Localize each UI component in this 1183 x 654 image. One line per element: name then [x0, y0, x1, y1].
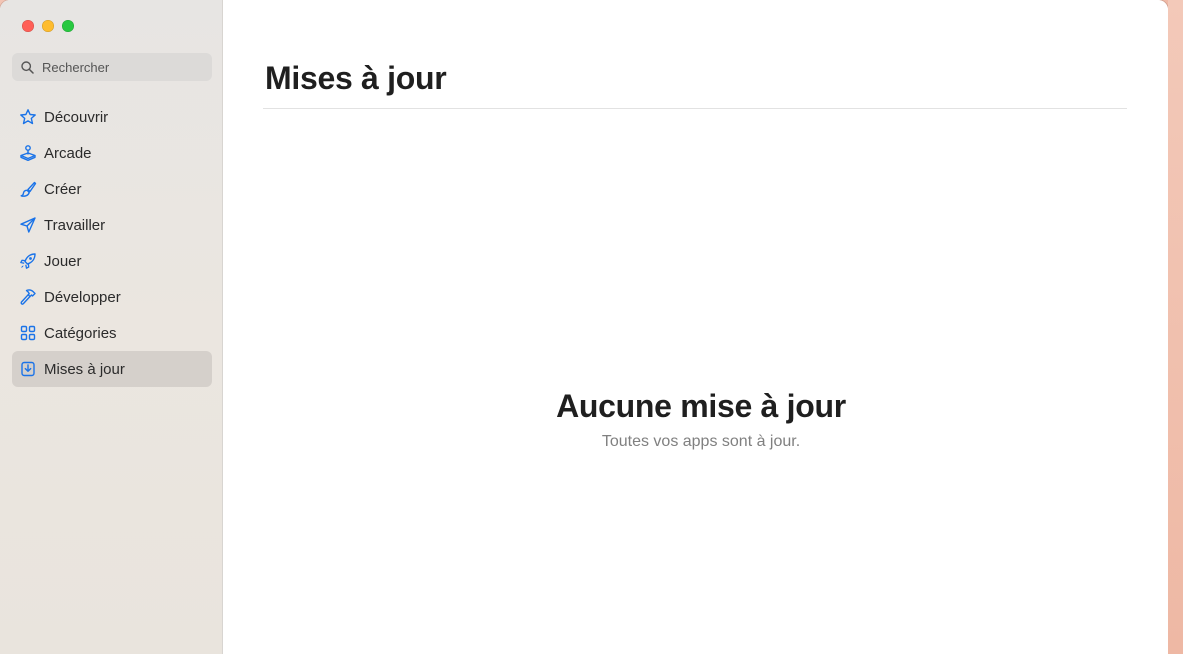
- joystick-icon: [18, 143, 38, 163]
- search-field[interactable]: [12, 53, 212, 81]
- grid-icon: [18, 323, 38, 343]
- hammer-icon: [18, 287, 38, 307]
- sidebar-item-label: Découvrir: [44, 108, 109, 126]
- empty-state: Aucune mise à jour Toutes vos apps sont …: [223, 388, 1168, 451]
- sidebar-item-label: Jouer: [44, 252, 82, 270]
- sidebar-item-label: Catégories: [44, 324, 117, 342]
- sidebar-item-label: Arcade: [44, 144, 92, 162]
- close-button[interactable]: [22, 20, 34, 32]
- sidebar-item-jouer[interactable]: Jouer: [12, 243, 212, 279]
- rocket-icon: [18, 251, 38, 271]
- sidebar-item-label: Travailler: [44, 216, 106, 234]
- sidebar-item-label: Mises à jour: [44, 360, 125, 378]
- search-input[interactable]: [42, 59, 192, 75]
- empty-state-title: Aucune mise à jour: [556, 388, 846, 424]
- main-content: Mises à jour Aucune mise à jour Toutes v…: [223, 0, 1168, 654]
- paintbrush-icon: [18, 179, 38, 199]
- download-icon: [18, 359, 38, 379]
- desktop-background: [1168, 0, 1183, 654]
- window-controls: [22, 20, 74, 32]
- empty-state-subtitle: Toutes vos apps sont à jour.: [601, 433, 801, 450]
- sidebar-item-creer[interactable]: Créer: [12, 171, 212, 207]
- zoom-button[interactable]: [62, 20, 74, 32]
- sidebar-item-label: Développer: [44, 288, 121, 306]
- title-divider: [263, 108, 1127, 109]
- sidebar-item-travailler[interactable]: Travailler: [12, 207, 212, 243]
- sidebar: Découvrir Arcade Créer Travailler: [0, 0, 223, 654]
- paperplane-icon: [18, 215, 38, 235]
- sidebar-item-decouvrir[interactable]: Découvrir: [12, 99, 212, 135]
- app-store-window: Découvrir Arcade Créer Travailler: [0, 0, 1168, 654]
- sidebar-item-arcade[interactable]: Arcade: [12, 135, 212, 171]
- sidebar-item-mises-a-jour[interactable]: Mises à jour: [12, 351, 212, 387]
- sidebar-item-categories[interactable]: Catégories: [12, 315, 212, 351]
- star-icon: [18, 107, 38, 127]
- minimize-button[interactable]: [42, 20, 54, 32]
- sidebar-item-developper[interactable]: Développer: [12, 279, 212, 315]
- sidebar-nav: Découvrir Arcade Créer Travailler Jouer …: [12, 99, 212, 387]
- search-icon: [21, 60, 34, 74]
- sidebar-item-label: Créer: [44, 180, 82, 198]
- page-title: Mises à jour: [265, 60, 447, 96]
